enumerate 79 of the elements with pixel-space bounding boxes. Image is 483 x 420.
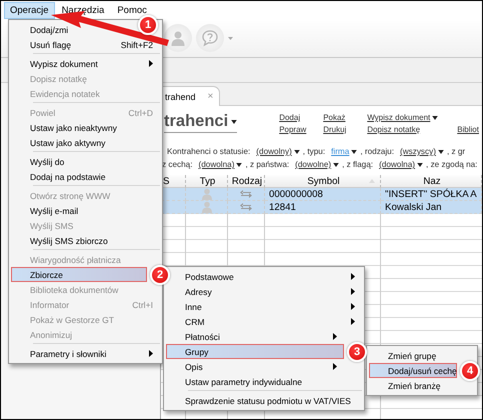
action-link[interactable]: Popraw — [279, 125, 324, 134]
swap-arrows-icon — [240, 203, 252, 211]
caret-icon — [351, 150, 358, 154]
menu-item[interactable]: Wyślij e-mail — [11, 203, 160, 218]
submenu-arrow-icon — [333, 333, 337, 340]
filter-label: , rodzaju: — [360, 147, 394, 156]
menu-item[interactable]: Dodaj/usuń cechę — [369, 363, 457, 378]
page-title[interactable]: trahenci — [164, 112, 238, 133]
callout-badge: 4 — [460, 360, 480, 380]
menu-item[interactable]: Dodaj na podstawie — [11, 169, 160, 184]
table-cell: "INSERT" SPÓŁKA A — [381, 188, 482, 201]
menu-item[interactable]: Płatności — [166, 329, 344, 344]
menubar-item[interactable]: Narzędzia — [56, 2, 110, 18]
action-link[interactable]: Dodaj — [279, 113, 324, 122]
action-link[interactable]: Wypisz dokument — [367, 113, 458, 122]
swap-arrows-icon — [240, 190, 252, 198]
filter-label: , z gr — [446, 147, 466, 156]
menu-item[interactable]: Adresy — [166, 284, 362, 299]
callout-badge: 1 — [138, 14, 158, 34]
submenu-arrow-icon — [149, 60, 153, 67]
menu-item[interactable]: Zmień grupę — [369, 348, 457, 363]
filter-dropdown[interactable]: (dowolny) — [256, 147, 300, 156]
contacts-button[interactable] — [164, 24, 192, 52]
menu-item[interactable]: Usuń flagę Shift+F2 — [11, 37, 160, 52]
column-header[interactable]: Symbol — [265, 175, 381, 188]
menu-item[interactable]: Wyślij do — [11, 154, 160, 169]
callout-badge: 3 — [347, 342, 367, 362]
caret-icon — [228, 36, 233, 40]
help-icon — [201, 29, 219, 47]
menu-item[interactable]: Wyślij SMS zbiorczo — [11, 233, 160, 248]
menu-item[interactable]: Zbiorcze — [11, 267, 147, 282]
callout-badge: 2 — [150, 264, 170, 284]
document-tab[interactable]: trahend × — [161, 86, 220, 106]
action-link[interactable]: Drukuj — [323, 125, 368, 134]
column-header[interactable]: S — [161, 175, 186, 188]
action-link[interactable]: Dopisz notatkę — [367, 125, 458, 134]
menu-item[interactable]: Inne — [166, 299, 362, 314]
menu-item[interactable]: Zmień branżę — [369, 378, 457, 393]
filter-dropdown[interactable]: (dowolna) — [198, 160, 242, 169]
column-header[interactable]: Naz — [381, 175, 482, 188]
column-header[interactable]: Typ — [186, 175, 228, 188]
filter-label: , ze zgodą na: — [426, 160, 478, 169]
menu-item[interactable]: Dodaj/zmi — [11, 22, 136, 37]
caret-icon — [333, 162, 340, 166]
table-cell: 12841 — [265, 201, 381, 214]
filter-label: , typu: — [302, 147, 326, 156]
submenu-arrow-icon — [149, 350, 153, 357]
filter-label: , z państwa: — [245, 160, 290, 169]
caret-icon — [294, 150, 300, 154]
caret-icon — [231, 120, 238, 124]
submenu-arrow-icon — [351, 318, 355, 325]
menu-item[interactable]: Ustaw parametry indywidualne — [166, 374, 362, 389]
menu-item[interactable]: CRM — [166, 314, 362, 329]
action-link[interactable]: Pokaż — [323, 113, 368, 122]
filter-dropdown[interactable]: (dowolna) — [379, 160, 424, 169]
submenu-arrow-icon — [351, 273, 355, 280]
menu-item[interactable]: Parametry i słowniki — [11, 346, 160, 361]
filter-dropdown[interactable]: (dowolne) — [295, 160, 340, 169]
caret-icon — [417, 162, 424, 166]
menu-item[interactable]: Ustaw jako aktywny — [11, 135, 160, 150]
menu-item[interactable]: Wypisz dokument — [11, 56, 160, 71]
filter-label: , z flagą: — [342, 160, 374, 169]
table-cell: Kowalski Jan — [381, 201, 482, 214]
caret-icon — [438, 150, 444, 154]
menu-item[interactable]: Ustaw jako nieaktywny — [11, 120, 160, 135]
caret-icon — [432, 116, 438, 120]
table-cell: 0000000008 — [265, 188, 381, 201]
menu-item[interactable]: Sprawdzenie statusu podmiotu w VAT/VIES — [166, 393, 362, 408]
action-link[interactable]: Bibliot — [457, 125, 479, 134]
submenu-arrow-icon — [333, 363, 337, 370]
filter-label: Kontrahenci o statusie: — [167, 147, 250, 156]
caret-icon — [236, 162, 242, 166]
submenu-arrow-icon — [351, 303, 355, 310]
filter-dropdown[interactable]: (wszyscy) — [400, 147, 444, 156]
menu-item[interactable]: Opis — [166, 359, 344, 374]
submenu-arrow-icon — [351, 288, 355, 295]
menu-item[interactable]: Grupy — [166, 344, 344, 359]
column-header[interactable]: Rodzaj — [228, 175, 265, 188]
person-icon — [170, 30, 186, 46]
